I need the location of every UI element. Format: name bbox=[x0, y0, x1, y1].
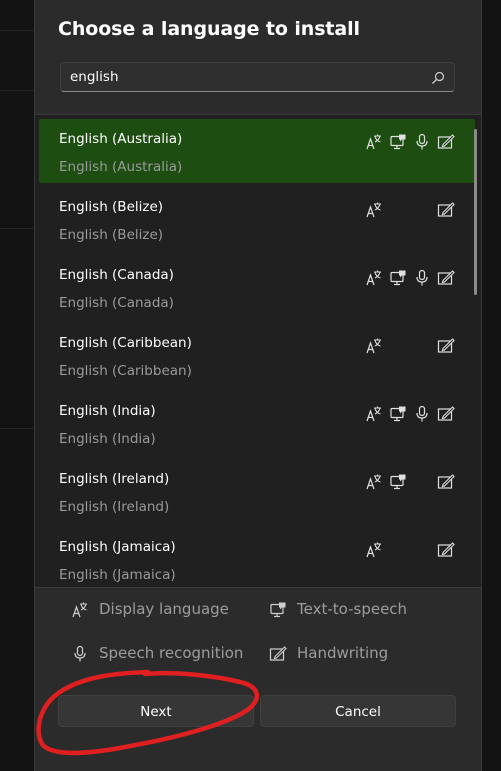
language-name: English (Jamaica) bbox=[59, 539, 176, 555]
text-to-speech-icon bbox=[389, 473, 407, 491]
display-language-icon bbox=[365, 133, 383, 151]
microphone-icon bbox=[71, 645, 89, 663]
language-native-name: English (Canada) bbox=[59, 295, 174, 311]
language-list-item[interactable]: English (Australia) English (Australia) bbox=[39, 119, 475, 183]
cancel-button[interactable]: Cancel bbox=[260, 695, 456, 727]
handwriting-icon bbox=[437, 473, 455, 491]
language-list-item[interactable]: English (Canada) English (Canada) bbox=[39, 255, 475, 319]
microphone-icon bbox=[413, 405, 431, 423]
microphone-icon bbox=[413, 133, 431, 151]
language-list-item[interactable]: English (India) English (India) bbox=[39, 391, 475, 455]
language-list-item[interactable]: English (Ireland) English (Ireland) bbox=[39, 459, 475, 523]
display-language-icon bbox=[365, 405, 383, 423]
microphone-icon bbox=[413, 269, 431, 287]
next-button[interactable]: Next bbox=[58, 695, 254, 727]
handwriting-icon bbox=[437, 201, 455, 219]
background-divider bbox=[0, 228, 34, 229]
language-name: English (Ireland) bbox=[59, 471, 170, 487]
text-to-speech-icon bbox=[269, 601, 287, 619]
language-name: English (Caribbean) bbox=[59, 335, 192, 351]
language-name: English (Australia) bbox=[59, 131, 183, 147]
language-name: English (Belize) bbox=[59, 199, 164, 215]
handwriting-icon bbox=[437, 405, 455, 423]
display-language-icon bbox=[365, 201, 383, 219]
list-scrollbar[interactable] bbox=[474, 129, 477, 295]
display-language-icon bbox=[365, 269, 383, 287]
legend-label: Text-to-speech bbox=[297, 600, 408, 618]
legend-label: Display language bbox=[99, 600, 229, 618]
text-to-speech-icon bbox=[389, 269, 407, 287]
language-name: English (Canada) bbox=[59, 267, 174, 283]
handwriting-icon bbox=[437, 269, 455, 287]
language-native-name: English (Jamaica) bbox=[59, 567, 176, 583]
display-language-icon bbox=[365, 541, 383, 559]
feature-legend: Display language Text-to-speech Speech r… bbox=[35, 587, 481, 771]
background-divider bbox=[0, 30, 34, 31]
display-language-icon bbox=[365, 473, 383, 491]
language-list-item[interactable]: English (Belize) English (Belize) bbox=[39, 187, 475, 251]
handwriting-icon bbox=[437, 337, 455, 355]
handwriting-icon bbox=[437, 133, 455, 151]
language-search-input[interactable] bbox=[61, 63, 439, 91]
search-icon[interactable] bbox=[431, 70, 445, 84]
language-name: English (India) bbox=[59, 403, 156, 419]
legend-label: Handwriting bbox=[297, 644, 389, 662]
background-divider bbox=[0, 90, 34, 91]
language-search-box[interactable] bbox=[60, 62, 455, 92]
handwriting-icon bbox=[437, 541, 455, 559]
background-divider bbox=[0, 428, 34, 429]
display-language-icon bbox=[365, 337, 383, 355]
language-list-item[interactable]: English (Caribbean) English (Caribbean) bbox=[39, 323, 475, 387]
language-native-name: English (Australia) bbox=[59, 159, 183, 175]
text-to-speech-icon bbox=[389, 405, 407, 423]
language-native-name: English (India) bbox=[59, 431, 156, 447]
handwriting-icon bbox=[269, 645, 287, 663]
display-language-icon bbox=[71, 601, 89, 619]
language-native-name: English (Caribbean) bbox=[59, 363, 192, 379]
text-to-speech-icon bbox=[389, 133, 407, 151]
dialog-title: Choose a language to install bbox=[58, 18, 360, 40]
install-language-dialog: Choose a language to install English (Au… bbox=[34, 0, 482, 771]
language-list-item[interactable]: English (Jamaica) English (Jamaica) bbox=[39, 527, 475, 587]
language-native-name: English (Ireland) bbox=[59, 499, 170, 515]
legend-label: Speech recognition bbox=[99, 644, 244, 662]
language-list[interactable]: English (Australia) English (Australia) En… bbox=[35, 114, 481, 588]
language-native-name: English (Belize) bbox=[59, 227, 164, 243]
